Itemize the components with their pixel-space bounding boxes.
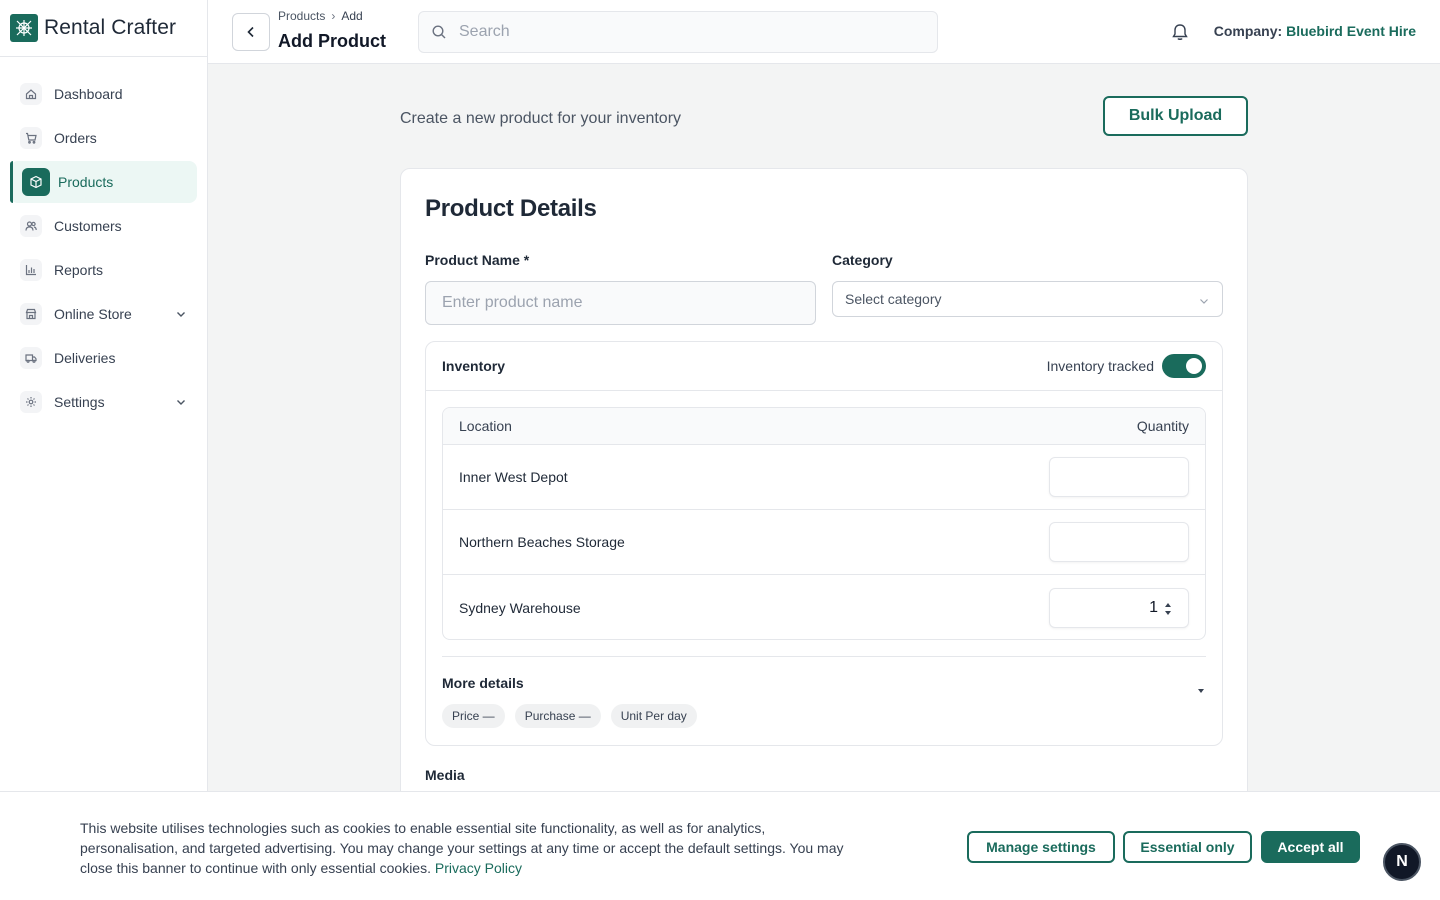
table-row: Northern Beaches Storage (443, 510, 1205, 575)
location-name: Northern Beaches Storage (459, 534, 625, 550)
divider (442, 656, 1206, 657)
table-row: Sydney Warehouse 1 (443, 575, 1205, 639)
caret-down-icon[interactable] (1196, 682, 1206, 700)
search-box[interactable] (418, 11, 938, 53)
sidebar-item-products[interactable]: Products (10, 161, 197, 203)
sidebar-item-customers[interactable]: Customers (10, 205, 197, 247)
breadcrumb-products[interactable]: Products (278, 9, 325, 23)
location-name: Inner West Depot (459, 469, 568, 485)
sidebar-item-online-store[interactable]: Online Store (10, 293, 197, 335)
sidebar-item-label: Settings (54, 394, 105, 410)
logo-icon (10, 14, 38, 42)
sidebar-item-label: Reports (54, 262, 104, 278)
sidebar: Rental Crafter Dashboard Orders Products… (0, 0, 208, 900)
back-button[interactable] (232, 13, 270, 51)
quantity-input[interactable] (1049, 457, 1189, 497)
sidebar-item-reports[interactable]: Reports (10, 249, 197, 291)
quantity-input[interactable]: 1 (1049, 587, 1189, 628)
truck-icon (20, 347, 42, 369)
cart-icon (20, 127, 42, 149)
more-details-chips: Price — Purchase — Unit Per day (442, 704, 697, 728)
sidebar-item-label: Products (58, 174, 114, 190)
cookie-text: This website utilises technologies such … (80, 818, 860, 878)
inventory-title: Inventory (442, 358, 506, 374)
app-logo[interactable]: Rental Crafter (0, 0, 207, 57)
category-placeholder: Select category (845, 291, 942, 307)
bar-chart-icon (20, 259, 42, 281)
inventory-tracked-control: Inventory tracked (1047, 354, 1206, 378)
sidebar-item-label: Online Store (54, 306, 132, 322)
quantity-input[interactable] (1049, 522, 1189, 562)
more-details-title[interactable]: More details (442, 675, 524, 691)
chevron-down-icon[interactable] (175, 307, 187, 323)
search-icon (432, 25, 446, 39)
box-icon (22, 168, 50, 196)
sidebar-item-dashboard[interactable]: Dashboard (10, 73, 197, 115)
category-label: Category (832, 252, 893, 268)
product-name-label: Product Name * (425, 252, 530, 268)
sidebar-item-label: Customers (54, 218, 122, 234)
sidebar-item-label: Dashboard (54, 86, 123, 102)
chevron-down-icon (1198, 294, 1210, 310)
quantity-value: 1 (1149, 598, 1158, 616)
spinner-arrows-icon[interactable] (1164, 602, 1172, 616)
purchase-chip: Purchase — (514, 704, 601, 728)
company-label: Company: (1213, 23, 1283, 39)
column-header-quantity: Quantity (1136, 418, 1189, 434)
top-bar: Products › Add Add Product Company: Blue… (208, 0, 1440, 64)
inventory-section: Inventory Inventory tracked Location Qua… (425, 341, 1223, 746)
bulk-upload-button[interactable]: Bulk Upload (1103, 96, 1248, 136)
table-row: Inner West Depot (443, 445, 1205, 510)
home-icon (20, 83, 42, 105)
breadcrumb-add: Add (341, 9, 363, 23)
sidebar-item-deliveries[interactable]: Deliveries (10, 337, 197, 379)
chevron-down-icon[interactable] (175, 395, 187, 411)
chevron-left-icon (247, 26, 254, 38)
sidebar-item-orders[interactable]: Orders (10, 117, 197, 159)
inventory-tracked-label: Inventory tracked (1046, 358, 1154, 374)
sidebar-item-settings[interactable]: Settings (10, 381, 197, 423)
company-indicator[interactable]: Company: Bluebird Event Hire (1214, 23, 1416, 39)
column-header-location: Location (459, 418, 512, 434)
location-name: Sydney Warehouse (459, 599, 581, 616)
cookie-banner: This website utilises technologies such … (0, 791, 1440, 900)
page-title: Add Product (278, 31, 386, 51)
store-icon (20, 303, 42, 325)
manage-settings-button[interactable]: Manage settings (967, 831, 1115, 863)
media-label: Media (425, 767, 465, 783)
essential-only-button[interactable]: Essential only (1123, 831, 1252, 863)
page-subtitle: Create a new product for your inventory (400, 110, 682, 127)
inventory-tracked-toggle[interactable] (1162, 354, 1206, 378)
product-details-card: Product Details Product Name * Category … (400, 168, 1248, 868)
table-header: Location Quantity (443, 408, 1205, 445)
sidebar-item-label: Deliveries (54, 350, 116, 366)
sidebar-item-label: Orders (54, 130, 97, 146)
bell-icon[interactable] (1170, 22, 1190, 47)
floating-badge[interactable]: N (1383, 843, 1421, 881)
app-name: Rental Crafter (44, 16, 177, 39)
breadcrumb-separator: › (331, 9, 336, 23)
users-icon (20, 215, 42, 237)
sidebar-nav: Dashboard Orders Products Customers Repo… (0, 57, 207, 423)
privacy-policy-link[interactable]: Privacy Policy (435, 860, 522, 876)
product-name-input[interactable] (425, 281, 816, 325)
inventory-header: Inventory Inventory tracked (426, 342, 1222, 391)
category-select[interactable]: Select category (832, 281, 1223, 317)
gear-icon (20, 391, 42, 413)
unit-chip: Unit Per day (610, 704, 697, 728)
search-input[interactable] (459, 23, 899, 41)
accept-all-button[interactable]: Accept all (1261, 831, 1360, 863)
location-table: Location Quantity Inner West Depot North… (442, 407, 1206, 640)
card-title: Product Details (425, 195, 597, 222)
company-name: Bluebird Event Hire (1286, 23, 1416, 39)
price-chip: Price — (442, 704, 505, 728)
breadcrumb: Products › Add (278, 9, 363, 23)
